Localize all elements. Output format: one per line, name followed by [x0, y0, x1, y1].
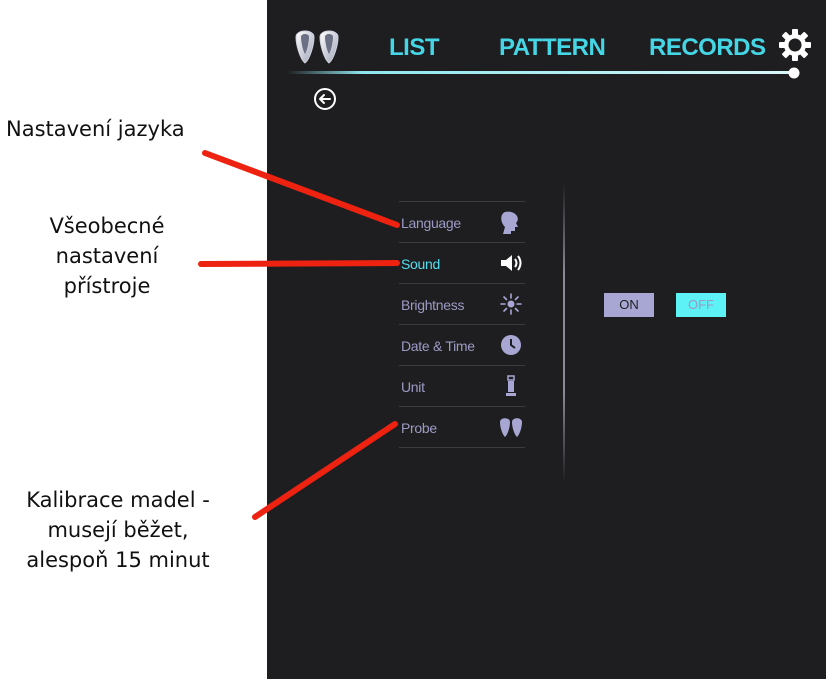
- head-icon: [501, 211, 518, 234]
- sound-on-button[interactable]: ON: [604, 293, 654, 317]
- sun-icon: [500, 293, 522, 315]
- annotation-line: nastavení: [55, 244, 159, 268]
- annotation-line: přístroje: [63, 274, 151, 298]
- menu-item-label: Sound: [401, 256, 440, 272]
- menu-item-label: Language: [401, 215, 461, 231]
- menu-item-brightness[interactable]: Brightness: [399, 284, 525, 325]
- menu-item-unit[interactable]: Unit: [399, 366, 525, 407]
- back-arrow-icon[interactable]: [313, 87, 337, 111]
- annotation-line: alespoň 15 minut: [26, 548, 210, 572]
- menu-item-date-time[interactable]: Date & Time: [399, 325, 525, 366]
- vertical-separator: [563, 183, 565, 483]
- annotation-line: musejí běžet,: [47, 518, 189, 542]
- menu-item-label: Brightness: [401, 297, 465, 313]
- speaker-icon: [501, 255, 522, 271]
- unit-icon: [506, 375, 516, 396]
- settings-menu: Language Sound Brightness Date & Time Un…: [399, 201, 525, 448]
- annotation-line: Kalibrace madel -: [26, 488, 210, 512]
- annotation-general-settings: Všeobecné nastavení přístroje: [22, 211, 192, 301]
- menu-item-sound[interactable]: Sound: [399, 243, 525, 284]
- annotation-language-text: Nastavení jazyka: [6, 117, 185, 141]
- top-navigation: LIST PATTERN RECORDS: [267, 0, 826, 90]
- annotation-line: Všeobecné: [49, 214, 165, 238]
- annotation-language: Nastavení jazyka: [6, 114, 185, 144]
- clock-icon: [501, 335, 521, 355]
- menu-item-probe[interactable]: Probe: [399, 407, 525, 448]
- menu-item-language[interactable]: Language: [399, 201, 525, 243]
- menu-item-label: Date & Time: [401, 338, 475, 354]
- probe-icon: [500, 418, 522, 437]
- annotation-calibration: Kalibrace madel - musejí běžet, alespoň …: [2, 485, 234, 575]
- nav-divider: [287, 67, 800, 79]
- device-screen: LIST PATTERN RECORDS Language Sound Brig…: [267, 0, 826, 679]
- menu-item-label: Probe: [401, 420, 437, 436]
- sound-off-button[interactable]: OFF: [676, 293, 726, 317]
- menu-item-label: Unit: [401, 379, 425, 395]
